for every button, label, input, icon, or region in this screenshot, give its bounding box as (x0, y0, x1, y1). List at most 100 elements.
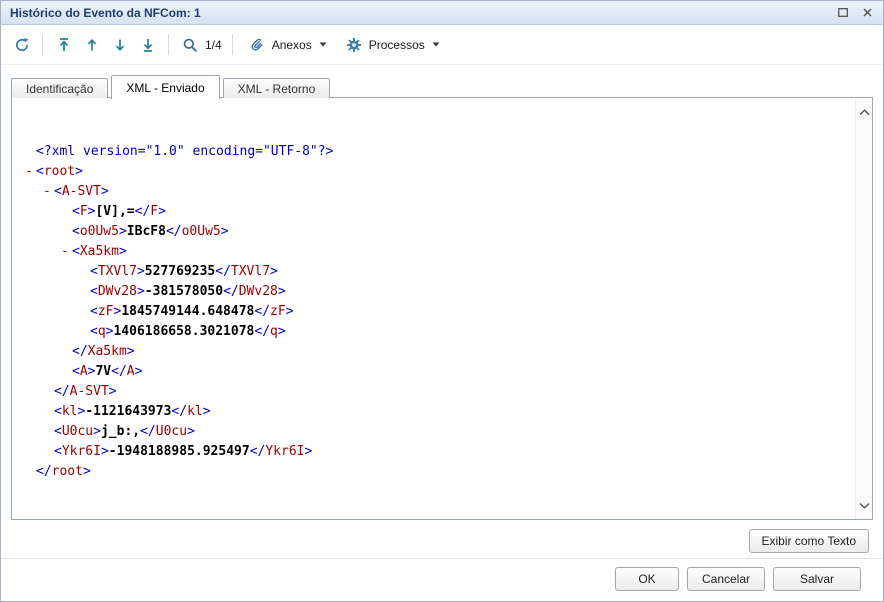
xml-open-tag: root (43, 164, 76, 179)
xml-close-tag: F (150, 204, 159, 219)
refresh-button[interactable] (9, 32, 34, 58)
xml-punctuation: > (304, 444, 313, 459)
arrow-to-top-icon (59, 37, 68, 51)
xml-punctuation: < (72, 224, 80, 239)
xml-open-tag: A (79, 364, 88, 379)
xml-text-value: [V],= (95, 204, 135, 219)
xml-punctuation: < (72, 364, 80, 379)
xml-close-tag: A-SVT (69, 384, 109, 399)
collapse-marker[interactable]: - (43, 182, 54, 202)
paperclip-icon (251, 38, 263, 51)
xml-line: <kl>-1121643973</kl> (12, 402, 855, 422)
processos-dropdown[interactable]: Processos (338, 33, 448, 57)
maximize-button[interactable] (833, 4, 853, 22)
xml-text-value: 527769235 (144, 264, 216, 279)
close-button[interactable] (857, 4, 877, 22)
xml-open-tag: F (79, 204, 88, 219)
gear-icon (346, 37, 361, 52)
xml-line: - <A-SVT> (12, 182, 855, 202)
xml-line: </Xa5km> (12, 342, 855, 362)
collapse-marker[interactable]: - (61, 242, 72, 262)
xml-line: - <Xa5km> (12, 242, 855, 262)
xml-punctuation: </ (254, 304, 271, 319)
event-history-window: Histórico do Evento da NFCom: 1 1/4 Anex… (0, 0, 884, 602)
xml-punctuation: < (36, 164, 44, 179)
toolbar-separator (42, 34, 43, 55)
xml-close-tag: o0Uw5 (181, 224, 221, 239)
ok-button[interactable]: OK (615, 567, 679, 591)
vertical-scrollbar[interactable] (855, 98, 872, 519)
xml-punctuation: > (187, 424, 195, 439)
scroll-down-button[interactable] (857, 498, 872, 512)
xml-punctuation: < (90, 284, 98, 299)
xml-punctuation: > (277, 284, 286, 299)
search-button[interactable] (177, 32, 202, 58)
go-next-button[interactable] (107, 32, 132, 58)
refresh-icon (15, 37, 28, 51)
titlebar: Histórico do Evento da NFCom: 1 (1, 1, 883, 25)
xml-punctuation: > (118, 244, 127, 259)
tab-label: XML - Retorno (237, 81, 316, 96)
maximize-icon (838, 8, 848, 17)
xml-punctuation: > (134, 364, 143, 379)
collapse-marker[interactable]: - (25, 162, 36, 182)
xml-punctuation: </ (140, 424, 156, 439)
xml-line: <U0cu>j_b:,</U0cu> (12, 422, 855, 442)
xml-text-value: -381578050 (144, 284, 224, 299)
tab-label: XML - Enviado (126, 80, 205, 95)
xml-punctuation: < (54, 424, 62, 439)
scrollbar-track[interactable] (856, 119, 872, 498)
xml-tree-view[interactable]: <?xml version="1.0" encoding="UTF-8"?> - <… (12, 98, 855, 519)
anexos-label: Anexos (271, 37, 312, 52)
xml-text-value: IBcF8 (126, 224, 166, 239)
xml-text-value: j_b:, (100, 424, 141, 439)
xml-line: <DWv28>-381578050</DWv28> (12, 282, 855, 302)
xml-close-tag: kl (187, 404, 203, 419)
xml-punctuation: </ (54, 384, 70, 399)
xml-punctuation: > (270, 264, 278, 279)
tab-label: Identificação (26, 81, 94, 96)
cancelar-button[interactable]: Cancelar (687, 567, 765, 591)
xml-punctuation: > (285, 304, 294, 319)
xml-close-tag: Ykr6I (265, 444, 305, 459)
xml-line: <Ykr6I>-1948188985.925497</Ykr6I> (12, 442, 855, 462)
xml-punctuation: </ (111, 364, 127, 379)
go-previous-button[interactable] (79, 32, 104, 58)
xml-punctuation: </ (254, 324, 271, 339)
exibir-como-texto-button[interactable]: Exibir como Texto (748, 529, 869, 553)
xml-close-tag: A (126, 364, 135, 379)
xml-punctuation: < (54, 184, 62, 199)
xml-line: <?xml version="1.0" encoding="UTF-8"?> (12, 142, 855, 162)
xml-punctuation: < (90, 264, 98, 279)
xml-open-tag: Xa5km (79, 244, 119, 259)
xml-punctuation: > (118, 224, 127, 239)
xml-punctuation: > (82, 464, 91, 479)
xml-punctuation: < (54, 404, 62, 419)
toolbar-separator (168, 34, 169, 55)
go-last-button[interactable] (135, 32, 160, 58)
window-controls (833, 4, 877, 22)
tab-xml-retorno[interactable]: XML - Retorno (222, 78, 331, 98)
xml-open-tag: DWv28 (97, 284, 137, 299)
xml-punctuation: > (277, 324, 286, 339)
xml-punctuation: </ (171, 404, 188, 419)
salvar-button[interactable]: Salvar (773, 567, 861, 591)
tab-identifica-o[interactable]: Identificação (11, 78, 109, 98)
panel-actions-row: Exibir como Texto (1, 520, 883, 553)
tab-xml-enviado[interactable]: XML - Enviado (111, 75, 220, 99)
scroll-up-button[interactable] (857, 105, 872, 119)
search-icon (183, 38, 197, 52)
xml-line: <TXVl7>527769235</TXVl7> (12, 262, 855, 282)
xml-punctuation: </ (72, 344, 88, 359)
xml-text-value: 1406186658.3021078 (113, 324, 255, 339)
arrow-up-icon (87, 38, 96, 50)
xml-punctuation: > (136, 284, 145, 299)
xml-punctuation: </ (134, 204, 151, 219)
xml-punctuation: > (100, 184, 109, 199)
go-first-button[interactable] (51, 32, 76, 58)
xml-open-tag: q (97, 324, 106, 339)
xml-text-value: -1121643973 (85, 404, 172, 419)
xml-line: <A>7V</A> (12, 362, 855, 382)
anexos-dropdown[interactable]: Anexos (241, 33, 335, 57)
xml-open-tag: kl (61, 404, 78, 419)
